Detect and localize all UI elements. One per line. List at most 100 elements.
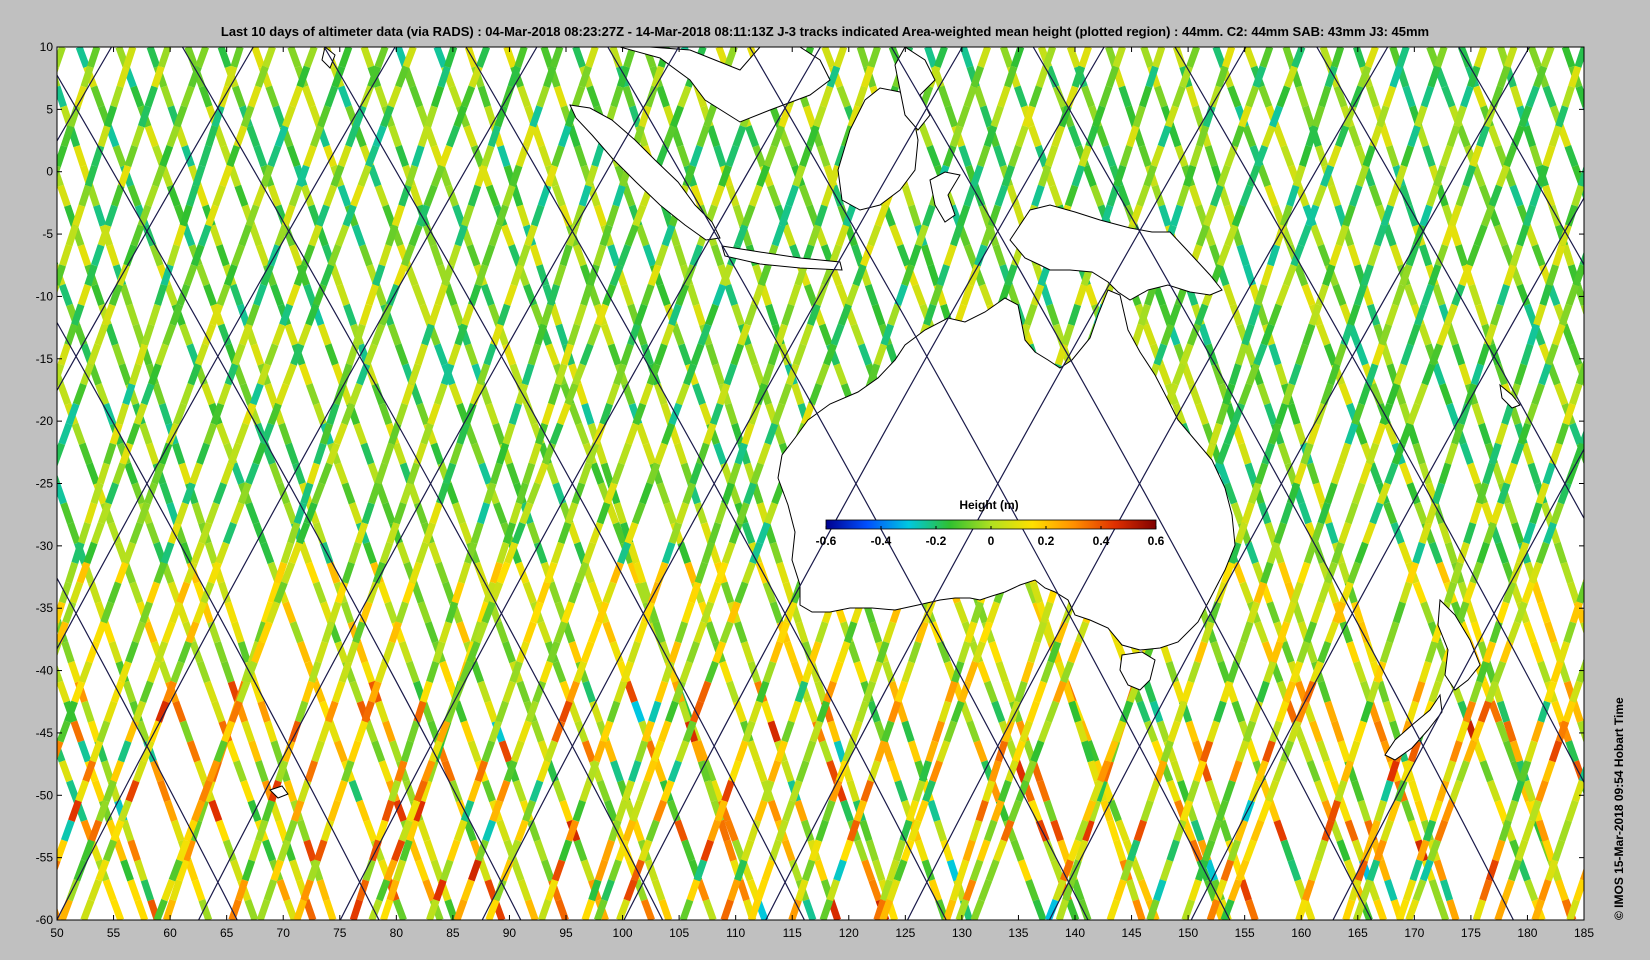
swath-segment (1603, 682, 1610, 702)
swath-segment (1590, 226, 1597, 246)
swath-segment (0, 107, 4, 127)
swath-segment (1643, 47, 1650, 67)
swath-segment (11, 622, 18, 642)
swath-segment (33, 206, 40, 226)
swath-segment (1612, 265, 1619, 285)
swath-segment (38, 622, 45, 642)
swath-segment (1594, 404, 1601, 424)
swath-segment (1583, 385, 1584, 388)
swath-segment (5, 424, 11, 444)
swath-segment (24, 583, 31, 603)
swath-segment (1631, 503, 1638, 523)
swath-segment (22, 384, 29, 404)
map-plot: 50 55 60 65 70 75 80 85 90 95 100 105 110 115 120 125 13… (0, 40, 1650, 940)
swath-segment (18, 722, 24, 742)
swath-segment (33, 682, 40, 702)
swath-segment (1590, 642, 1597, 662)
swath-segment (40, 702, 47, 722)
swath-segment (0, 603, 4, 623)
swath-segment (44, 880, 51, 900)
swath-segment (1601, 424, 1608, 444)
swath-segment (4, 761, 11, 781)
swath-segment (1590, 206, 1597, 226)
swath-segment (22, 146, 29, 166)
swath-segment (1626, 226, 1633, 246)
swath-segment (19, 166, 26, 186)
swath-segment (1617, 146, 1624, 166)
swath-segment (7, 87, 14, 107)
swath-segment (13, 47, 20, 67)
swath-segment (14, 484, 21, 504)
swath-segment (43, 305, 49, 325)
swath-segment (1597, 662, 1604, 682)
swath-segment (43, 880, 50, 900)
swath-segment (3, 603, 10, 623)
swath-segment (1638, 87, 1645, 107)
swath-segment (0, 206, 3, 226)
swath-segment (1624, 107, 1631, 127)
swath-segment (15, 166, 22, 186)
swath-segment (1597, 206, 1604, 226)
swath-segment (0, 305, 1, 325)
swath-segment (1626, 305, 1633, 325)
swath-segment (28, 126, 35, 146)
swath-segment (4, 583, 11, 603)
swath-segment (1591, 325, 1597, 345)
swath-segment (11, 741, 17, 761)
swath-segment (25, 245, 32, 265)
swath-segment (1604, 841, 1611, 861)
swath-segment (1625, 444, 1632, 464)
swath-segment (33, 107, 40, 127)
swath-segment (31, 226, 38, 246)
swath-segment (1617, 543, 1625, 563)
swath-segment (1629, 444, 1636, 464)
swath-segment (8, 345, 15, 365)
swath-segment (18, 384, 24, 404)
swath-segment (1587, 146, 1593, 166)
swath-segment (26, 523, 33, 543)
swath-segment (1593, 126, 1600, 146)
swath-segment (30, 682, 36, 702)
swath-segment (1580, 304, 1584, 317)
swath-segment (1619, 245, 1626, 265)
swath-segment (1597, 226, 1604, 246)
swath-segment (38, 206, 45, 226)
swath-segment (0, 444, 5, 464)
swath-segment (5, 761, 11, 781)
swath-segment (57, 164, 58, 165)
swath-segment (31, 801, 38, 821)
swath-segment (1626, 305, 1633, 325)
swath-segment (20, 67, 27, 87)
swath-segment (33, 503, 40, 523)
swath-segment (1633, 880, 1640, 900)
swath-segment (1644, 166, 1650, 186)
swath-segment (1633, 285, 1640, 305)
swath-segment (1617, 87, 1624, 107)
swath-segment (57, 385, 58, 388)
swath-segment (26, 87, 33, 107)
swath-segment (8, 186, 15, 206)
swath-segment (3, 523, 10, 543)
swath-segment (1643, 801, 1650, 821)
swath-segment (1646, 166, 1650, 186)
swath-segment (1641, 265, 1648, 285)
swath-segment (1640, 900, 1647, 920)
swath-segment (1587, 464, 1595, 484)
swath-segment (1620, 206, 1627, 226)
swath-segment (1616, 404, 1622, 424)
swath-segment (44, 186, 51, 206)
swath-segment (46, 761, 53, 781)
swath-segment (32, 305, 39, 325)
swath-segment (30, 702, 37, 722)
swath-segment (23, 722, 30, 742)
swath-segment (19, 543, 26, 563)
swath-segment (1580, 622, 1584, 635)
swath-segment (46, 642, 53, 662)
swath-segment (1641, 345, 1648, 365)
swath-segment (28, 444, 35, 464)
swath-segment (0, 583, 3, 603)
swath-segment (0, 741, 4, 761)
swath-segment (43, 642, 49, 662)
figure: Last 10 days of altimeter data (via RADS… (0, 0, 1650, 960)
swath-segment (17, 265, 24, 285)
